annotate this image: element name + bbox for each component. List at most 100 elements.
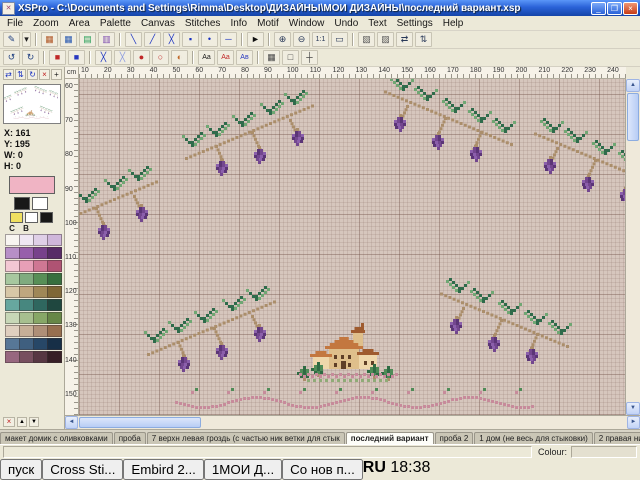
minimize-button[interactable]: _ [591, 2, 606, 15]
undo-icon[interactable]: ↺ [3, 50, 20, 65]
select-arrow-icon[interactable]: ► [247, 32, 264, 47]
palette-swatch-9-3[interactable] [47, 351, 62, 363]
motif-library-icon[interactable]: ▧ [358, 32, 375, 47]
menu-file[interactable]: File [2, 18, 28, 29]
half-stitch-back-icon[interactable]: ╲ [125, 32, 142, 47]
flip-motif-horizontal-icon[interactable]: ⇄ [3, 69, 14, 80]
pattern-tab-4[interactable]: проба 2 [435, 432, 474, 444]
delete-motif-icon[interactable]: × [39, 69, 50, 80]
menu-zoom[interactable]: Zoom [28, 18, 64, 29]
palette-swatch-0-1[interactable] [19, 234, 34, 246]
remove-color-button[interactable]: × [3, 417, 15, 427]
flip-motif-vertical-icon[interactable]: ⇅ [15, 69, 26, 80]
thread-swatch-2[interactable] [40, 212, 53, 223]
palette-swatch-3-0[interactable] [5, 273, 20, 285]
palette-swatch-8-0[interactable] [5, 338, 20, 350]
palette-swatch-3-1[interactable] [19, 273, 34, 285]
menu-area[interactable]: Area [64, 18, 95, 29]
fill-blue-icon[interactable]: ■ [68, 50, 85, 65]
language-indicator[interactable]: RU [363, 459, 386, 476]
palette-swatch-8-3[interactable] [47, 338, 62, 350]
flip-horizontal-icon[interactable]: ⇄ [396, 32, 413, 47]
pencil-tool-icon[interactable]: ✎ [3, 32, 20, 47]
palette-swatch-0-3[interactable] [47, 234, 62, 246]
menu-canvas[interactable]: Canvas [136, 18, 180, 29]
palette-swatch-6-0[interactable] [5, 312, 20, 324]
palette-swatch-1-1[interactable] [19, 247, 34, 259]
zoom-fit-icon[interactable]: ▭ [331, 32, 348, 47]
symbols-grid-icon[interactable]: ▤ [79, 32, 96, 47]
rotate-motif-icon[interactable]: ↻ [27, 69, 38, 80]
cross-light-icon[interactable]: ╳ [114, 50, 131, 65]
text-tool-icon[interactable]: Aa [198, 50, 215, 65]
palette-swatch-4-3[interactable] [47, 286, 62, 298]
fill-red-icon[interactable]: ■ [49, 50, 66, 65]
palette-swatch-8-1[interactable] [19, 338, 34, 350]
zoom-out-icon[interactable]: ⊖ [293, 32, 310, 47]
palette-swatch-7-3[interactable] [47, 325, 62, 337]
vertical-scroll-track[interactable] [626, 92, 640, 402]
palette-swatch-2-0[interactable] [5, 260, 20, 272]
horizontal-scrollbar[interactable]: ◄ ► [65, 415, 640, 429]
full-stitch-icon[interactable]: ╳ [163, 32, 180, 47]
menu-text[interactable]: Text [363, 18, 391, 29]
horizontal-scroll-thumb[interactable] [79, 417, 201, 428]
menu-settings[interactable]: Settings [392, 18, 438, 29]
fabric-grid-icon[interactable]: ▦ [60, 32, 77, 47]
half-stitch-forward-icon[interactable]: ╱ [144, 32, 161, 47]
hoop-icon[interactable]: ○ [152, 50, 169, 65]
palette-swatch-1-3[interactable] [47, 247, 62, 259]
pattern-preview[interactable] [3, 84, 61, 124]
close-button[interactable]: × [623, 2, 638, 15]
grid-hide-icon[interactable]: □ [282, 50, 299, 65]
pattern-tab-2[interactable]: 7 верхн левая гроздь (с частью ник ветки… [147, 432, 345, 444]
palette-swatch-1-2[interactable] [33, 247, 48, 259]
maximize-button[interactable]: ❐ [607, 2, 622, 15]
menu-info[interactable]: Info [225, 18, 252, 29]
current-color-swatch[interactable] [9, 176, 55, 194]
cross-solid-icon[interactable]: ╳ [95, 50, 112, 65]
crosshair-tool-icon[interactable]: + [51, 69, 62, 80]
palette-scroll-up-button[interactable]: ▲ [17, 417, 27, 427]
grid-show-icon[interactable]: ▦ [263, 50, 280, 65]
colors-grid-icon[interactable]: ▥ [98, 32, 115, 47]
palette-swatch-2-2[interactable] [33, 260, 48, 272]
french-knot-icon[interactable]: • [201, 32, 218, 47]
palette-grid-icon[interactable]: ▦ [41, 32, 58, 47]
palette-swatch-0-0[interactable] [5, 234, 20, 246]
motif-copy-icon[interactable]: ▨ [377, 32, 394, 47]
petite-stitch-icon[interactable]: ▪ [182, 32, 199, 47]
zoom-in-icon[interactable]: ⊕ [274, 32, 291, 47]
palette-swatch-6-2[interactable] [33, 312, 48, 324]
palette-swatch-7-2[interactable] [33, 325, 48, 337]
palette-swatch-9-1[interactable] [19, 351, 34, 363]
menu-help[interactable]: Help [438, 18, 469, 29]
palette-swatch-5-2[interactable] [33, 299, 48, 311]
taskbar-task-3[interactable]: Со нов п... [282, 459, 363, 480]
scroll-up-button[interactable]: ▲ [626, 79, 640, 92]
horizontal-scroll-track[interactable] [78, 416, 627, 429]
vertical-scroll-thumb[interactable] [627, 93, 639, 141]
palette-swatch-2-1[interactable] [19, 260, 34, 272]
quick-swatch-0[interactable] [14, 197, 30, 210]
palette-swatch-6-3[interactable] [47, 312, 62, 324]
vertical-scrollbar[interactable]: ▲ ▼ [625, 79, 640, 415]
palette-swatch-5-3[interactable] [47, 299, 62, 311]
center-view-icon[interactable]: ┼ [301, 50, 318, 65]
backstitch-icon[interactable]: ─ [220, 32, 237, 47]
palette-swatch-3-2[interactable] [33, 273, 48, 285]
halftone-icon[interactable]: ◐ [171, 50, 188, 65]
thread-swatch-0[interactable] [10, 212, 23, 223]
zoom-actual-icon[interactable]: 1:1 [312, 32, 329, 47]
menu-stitches[interactable]: Stitches [180, 18, 226, 29]
menu-palette[interactable]: Palette [95, 18, 136, 29]
palette-swatch-7-1[interactable] [19, 325, 34, 337]
palette-swatch-7-0[interactable] [5, 325, 20, 337]
menu-undo[interactable]: Undo [329, 18, 363, 29]
palette-swatch-4-0[interactable] [5, 286, 20, 298]
palette-scroll-down-button[interactable]: ▼ [29, 417, 39, 427]
flip-vertical-icon[interactable]: ⇅ [415, 32, 432, 47]
stitch-canvas[interactable] [79, 79, 625, 415]
palette-swatch-9-2[interactable] [33, 351, 48, 363]
palette-swatch-5-1[interactable] [19, 299, 34, 311]
